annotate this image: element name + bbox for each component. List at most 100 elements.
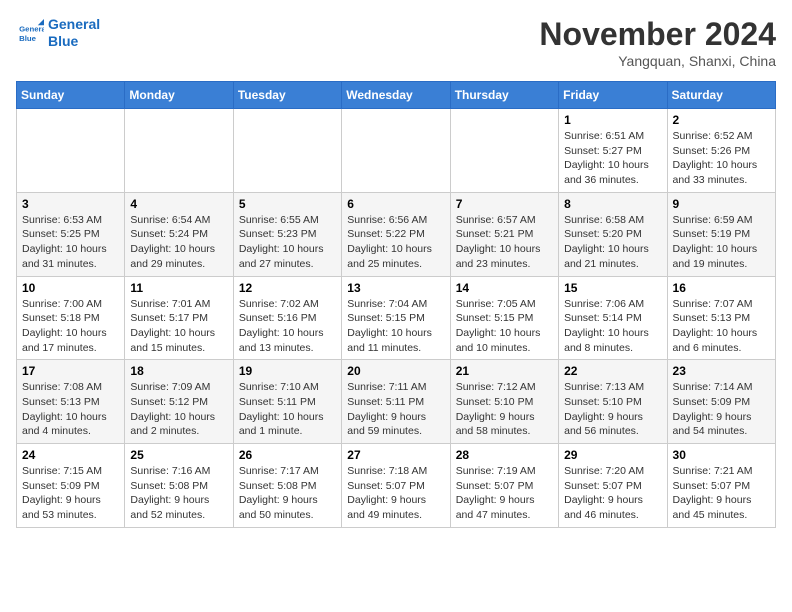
day-info: Sunrise: 7:20 AM Sunset: 5:07 PM Dayligh…	[564, 464, 661, 523]
calendar-cell	[17, 109, 125, 193]
day-info: Sunrise: 6:59 AM Sunset: 5:19 PM Dayligh…	[673, 213, 770, 272]
day-number: 30	[673, 448, 770, 462]
day-number: 17	[22, 364, 119, 378]
calendar-cell: 14 Sunrise: 7:05 AM Sunset: 5:15 PM Dayli…	[450, 276, 558, 360]
calendar-cell: 8 Sunrise: 6:58 AM Sunset: 5:20 PM Daylig…	[559, 192, 667, 276]
day-number: 3	[22, 197, 119, 211]
day-number: 19	[239, 364, 336, 378]
day-info: Sunrise: 7:06 AM Sunset: 5:14 PM Dayligh…	[564, 297, 661, 356]
day-number: 9	[673, 197, 770, 211]
calendar-cell: 23 Sunrise: 7:14 AM Sunset: 5:09 PM Dayli…	[667, 360, 775, 444]
calendar-cell: 19 Sunrise: 7:10 AM Sunset: 5:11 PM Dayli…	[233, 360, 341, 444]
calendar-cell: 16 Sunrise: 7:07 AM Sunset: 5:13 PM Dayli…	[667, 276, 775, 360]
day-number: 2	[673, 113, 770, 127]
day-info: Sunrise: 7:02 AM Sunset: 5:16 PM Dayligh…	[239, 297, 336, 356]
day-number: 21	[456, 364, 553, 378]
day-info: Sunrise: 7:01 AM Sunset: 5:17 PM Dayligh…	[130, 297, 227, 356]
page-header: General Blue General Blue November 2024 …	[16, 16, 776, 69]
calendar-cell	[450, 109, 558, 193]
day-info: Sunrise: 7:11 AM Sunset: 5:11 PM Dayligh…	[347, 380, 444, 439]
logo: General Blue General Blue	[16, 16, 100, 50]
location: Yangquan, Shanxi, China	[539, 53, 776, 69]
calendar-cell: 2Sunrise: 6:52 AM Sunset: 5:26 PM Daylig…	[667, 109, 775, 193]
day-number: 5	[239, 197, 336, 211]
logo-line1: General	[48, 16, 100, 32]
logo-text: General Blue	[48, 16, 100, 50]
day-info: Sunrise: 7:18 AM Sunset: 5:07 PM Dayligh…	[347, 464, 444, 523]
weekday-header-monday: Monday	[125, 82, 233, 109]
day-info: Sunrise: 6:56 AM Sunset: 5:22 PM Dayligh…	[347, 213, 444, 272]
day-number: 7	[456, 197, 553, 211]
day-info: Sunrise: 7:12 AM Sunset: 5:10 PM Dayligh…	[456, 380, 553, 439]
day-info: Sunrise: 7:07 AM Sunset: 5:13 PM Dayligh…	[673, 297, 770, 356]
calendar-cell: 30 Sunrise: 7:21 AM Sunset: 5:07 PM Dayli…	[667, 444, 775, 528]
day-info: Sunrise: 6:54 AM Sunset: 5:24 PM Dayligh…	[130, 213, 227, 272]
weekday-header-tuesday: Tuesday	[233, 82, 341, 109]
day-info: Sunrise: 7:17 AM Sunset: 5:08 PM Dayligh…	[239, 464, 336, 523]
weekday-header-saturday: Saturday	[667, 82, 775, 109]
day-info: Sunrise: 7:09 AM Sunset: 5:12 PM Dayligh…	[130, 380, 227, 439]
day-number: 8	[564, 197, 661, 211]
day-number: 18	[130, 364, 227, 378]
calendar-cell: 3 Sunrise: 6:53 AM Sunset: 5:25 PM Daylig…	[17, 192, 125, 276]
day-info: Sunrise: 7:15 AM Sunset: 5:09 PM Dayligh…	[22, 464, 119, 523]
day-number: 11	[130, 281, 227, 295]
day-number: 23	[673, 364, 770, 378]
calendar-table: SundayMondayTuesdayWednesdayThursdayFrid…	[16, 81, 776, 528]
calendar-cell	[125, 109, 233, 193]
day-info: Sunrise: 7:19 AM Sunset: 5:07 PM Dayligh…	[456, 464, 553, 523]
logo-line2: Blue	[48, 33, 78, 49]
day-info: Sunrise: 6:58 AM Sunset: 5:20 PM Dayligh…	[564, 213, 661, 272]
calendar-cell: 5 Sunrise: 6:55 AM Sunset: 5:23 PM Daylig…	[233, 192, 341, 276]
calendar-cell: 6Sunrise: 6:56 AM Sunset: 5:22 PM Daylig…	[342, 192, 450, 276]
calendar-cell: 7 Sunrise: 6:57 AM Sunset: 5:21 PM Daylig…	[450, 192, 558, 276]
weekday-header-sunday: Sunday	[17, 82, 125, 109]
calendar-cell: 20 Sunrise: 7:11 AM Sunset: 5:11 PM Dayli…	[342, 360, 450, 444]
calendar-cell: 4 Sunrise: 6:54 AM Sunset: 5:24 PM Daylig…	[125, 192, 233, 276]
day-number: 25	[130, 448, 227, 462]
day-info: Sunrise: 7:21 AM Sunset: 5:07 PM Dayligh…	[673, 464, 770, 523]
day-number: 1	[564, 113, 661, 127]
day-number: 15	[564, 281, 661, 295]
calendar-cell: 12 Sunrise: 7:02 AM Sunset: 5:16 PM Dayli…	[233, 276, 341, 360]
title-block: November 2024 Yangquan, Shanxi, China	[539, 16, 776, 69]
weekday-header-friday: Friday	[559, 82, 667, 109]
weekday-header-wednesday: Wednesday	[342, 82, 450, 109]
calendar-cell	[342, 109, 450, 193]
day-number: 24	[22, 448, 119, 462]
day-number: 12	[239, 281, 336, 295]
day-number: 27	[347, 448, 444, 462]
svg-text:Blue: Blue	[19, 34, 37, 43]
week-row-5: 24 Sunrise: 7:15 AM Sunset: 5:09 PM Dayli…	[17, 444, 776, 528]
calendar-cell: 18 Sunrise: 7:09 AM Sunset: 5:12 PM Dayli…	[125, 360, 233, 444]
logo-icon: General Blue	[16, 19, 44, 47]
calendar-cell: 22Sunrise: 7:13 AM Sunset: 5:10 PM Dayli…	[559, 360, 667, 444]
day-info: Sunrise: 6:51 AM Sunset: 5:27 PM Dayligh…	[564, 129, 661, 188]
calendar-cell: 26Sunrise: 7:17 AM Sunset: 5:08 PM Dayli…	[233, 444, 341, 528]
calendar-cell: 13Sunrise: 7:04 AM Sunset: 5:15 PM Dayli…	[342, 276, 450, 360]
day-info: Sunrise: 7:14 AM Sunset: 5:09 PM Dayligh…	[673, 380, 770, 439]
day-number: 4	[130, 197, 227, 211]
day-info: Sunrise: 7:13 AM Sunset: 5:10 PM Dayligh…	[564, 380, 661, 439]
calendar-cell: 24 Sunrise: 7:15 AM Sunset: 5:09 PM Dayli…	[17, 444, 125, 528]
day-number: 14	[456, 281, 553, 295]
day-info: Sunrise: 7:08 AM Sunset: 5:13 PM Dayligh…	[22, 380, 119, 439]
calendar-cell: 29Sunrise: 7:20 AM Sunset: 5:07 PM Dayli…	[559, 444, 667, 528]
day-number: 13	[347, 281, 444, 295]
week-row-2: 3 Sunrise: 6:53 AM Sunset: 5:25 PM Daylig…	[17, 192, 776, 276]
day-info: Sunrise: 7:10 AM Sunset: 5:11 PM Dayligh…	[239, 380, 336, 439]
day-info: Sunrise: 7:16 AM Sunset: 5:08 PM Dayligh…	[130, 464, 227, 523]
day-number: 16	[673, 281, 770, 295]
weekday-header-row: SundayMondayTuesdayWednesdayThursdayFrid…	[17, 82, 776, 109]
calendar-cell: 1 Sunrise: 6:51 AM Sunset: 5:27 PM Daylig…	[559, 109, 667, 193]
week-row-1: 1 Sunrise: 6:51 AM Sunset: 5:27 PM Daylig…	[17, 109, 776, 193]
day-info: Sunrise: 6:57 AM Sunset: 5:21 PM Dayligh…	[456, 213, 553, 272]
day-info: Sunrise: 7:05 AM Sunset: 5:15 PM Dayligh…	[456, 297, 553, 356]
calendar-cell: 11 Sunrise: 7:01 AM Sunset: 5:17 PM Dayli…	[125, 276, 233, 360]
calendar-cell: 27 Sunrise: 7:18 AM Sunset: 5:07 PM Dayli…	[342, 444, 450, 528]
day-info: Sunrise: 6:55 AM Sunset: 5:23 PM Dayligh…	[239, 213, 336, 272]
day-info: Sunrise: 6:53 AM Sunset: 5:25 PM Dayligh…	[22, 213, 119, 272]
day-number: 20	[347, 364, 444, 378]
calendar-cell: 21 Sunrise: 7:12 AM Sunset: 5:10 PM Dayli…	[450, 360, 558, 444]
calendar-cell: 15 Sunrise: 7:06 AM Sunset: 5:14 PM Dayli…	[559, 276, 667, 360]
